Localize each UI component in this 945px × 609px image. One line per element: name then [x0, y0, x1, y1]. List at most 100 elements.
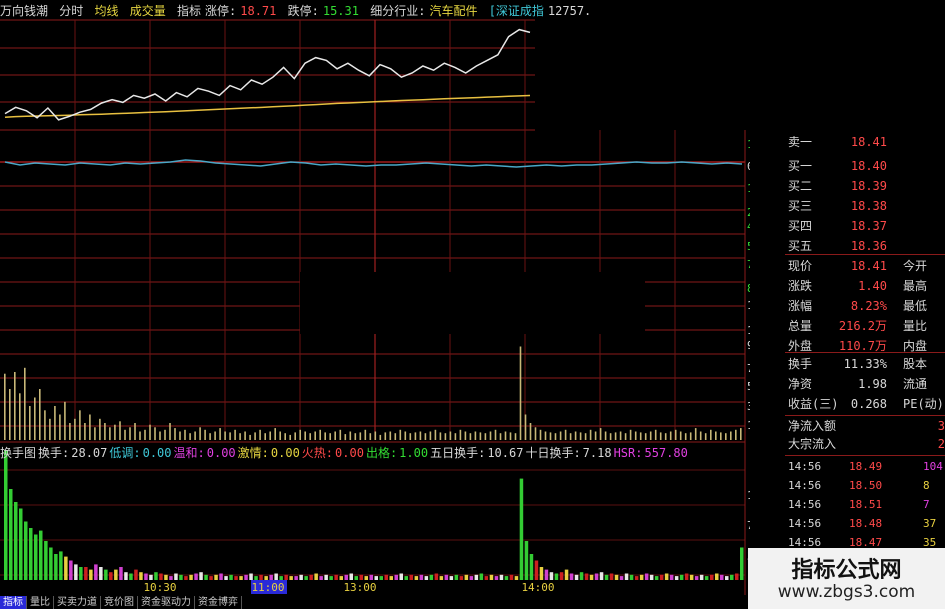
- stat-label-2: 股本: [903, 357, 928, 371]
- flow-row: 大宗流入 2: [785, 434, 945, 454]
- bottom-tab[interactable]: 指标: [0, 596, 27, 609]
- tick-price: 18.51: [849, 498, 883, 511]
- stat-row: 总量 216.2万 量比: [785, 316, 945, 336]
- stat-row: 收益(三) 0.268 PE(动): [785, 394, 945, 414]
- turnover-bar: [694, 576, 699, 580]
- axis-label: 37656: [747, 400, 750, 413]
- volume-bar: [84, 423, 86, 440]
- turnover-bar: [494, 576, 499, 580]
- turnover-bar: [569, 573, 574, 580]
- volume-bar: [694, 428, 697, 440]
- tab-fenshi[interactable]: 分时: [59, 4, 83, 18]
- turnover-bar: [269, 574, 273, 580]
- turnover-bar: [735, 573, 739, 580]
- volume-bar: [624, 433, 627, 440]
- volume-bar: [79, 410, 81, 441]
- order-label: 买三: [788, 199, 813, 213]
- volume-bar: [424, 433, 427, 440]
- volume-bar: [409, 433, 412, 440]
- flow-value: 3: [937, 419, 945, 433]
- volume-bar: [319, 429, 321, 440]
- turnover-bar: [414, 576, 419, 580]
- bottom-tab[interactable]: 竞价图: [101, 596, 138, 609]
- volume-bar: [479, 432, 482, 440]
- turnover-bar: [504, 576, 509, 580]
- turnover-bar: [229, 574, 233, 580]
- turnover-bar: [609, 573, 614, 580]
- axis-label: 5.71%: [747, 240, 750, 253]
- stat-label: 外盘: [788, 339, 813, 353]
- turnover-bar: [24, 521, 28, 580]
- volume-bar: [119, 421, 121, 440]
- turnover-bar: [94, 564, 98, 580]
- volume-bar: [34, 397, 36, 440]
- stat-label: 涨幅: [788, 299, 813, 313]
- volume-bar: [579, 432, 582, 440]
- bottom-tab[interactable]: 买卖力道: [54, 596, 101, 609]
- bottom-tab[interactable]: 量比: [27, 596, 54, 609]
- turnover-bar: [664, 573, 669, 580]
- volume-bar: [269, 431, 271, 440]
- turnover-bar: [424, 576, 429, 580]
- volume-bar: [329, 433, 331, 440]
- volume-bar: [404, 431, 407, 440]
- volume-bar: [149, 424, 151, 440]
- turnover-bar: [79, 567, 83, 580]
- index-name[interactable]: [深证成指: [489, 4, 544, 18]
- indicator-label: 出格:: [365, 446, 398, 460]
- time-label: 13:00: [343, 581, 376, 594]
- turnover-bar: [369, 574, 373, 580]
- volume-bar: [629, 429, 632, 440]
- volume-bar: [359, 432, 362, 440]
- indicator-value: 0.00: [142, 446, 172, 460]
- turnover-bar: [529, 554, 534, 580]
- volume-bar: [664, 433, 667, 440]
- volume-bar: [589, 429, 592, 440]
- popup-mask: [300, 272, 645, 334]
- volume-bar: [99, 418, 101, 441]
- volume-bar: [194, 431, 196, 440]
- order-book-row: 买一 18.40: [785, 156, 945, 176]
- volume-bar: [639, 432, 642, 440]
- bottom-tab[interactable]: 资金驱动力: [138, 596, 195, 609]
- volume-bar: [484, 433, 487, 440]
- industry-value[interactable]: 汽车配件: [429, 4, 477, 18]
- volume-bar: [454, 433, 457, 440]
- indicator-label: 十日换手:: [525, 446, 581, 460]
- volume-bar: [604, 431, 607, 440]
- bottom-tab[interactable]: 资金博弈: [195, 596, 242, 609]
- volume-bar: [129, 427, 131, 441]
- turnover-bar: [654, 576, 659, 580]
- turnover-bar: [324, 574, 328, 580]
- turnover-bar: [69, 560, 73, 580]
- tab-junxian[interactable]: 均线: [95, 4, 119, 18]
- stat-label-2: 量比: [903, 319, 928, 333]
- limit-up-value: 18.71: [240, 4, 277, 18]
- volume-bar: [609, 433, 612, 440]
- volume-bar: [154, 427, 156, 441]
- turnover-bar: [539, 567, 544, 580]
- tab-volume[interactable]: 成交量: [130, 4, 166, 18]
- time-label: 11:00: [251, 581, 284, 594]
- volume-bar: [434, 429, 437, 440]
- turnover-bar: [444, 574, 449, 580]
- stat-label-2: 最高: [903, 279, 928, 293]
- turnover-bar: [59, 551, 63, 580]
- turnover-bar: [169, 576, 173, 580]
- volume-bar: [294, 432, 296, 440]
- turnover-bar: [689, 574, 694, 580]
- volume-bar: [720, 432, 722, 440]
- axis-label: 131798: [747, 299, 750, 312]
- turnover-bar: [639, 574, 644, 580]
- turnover-bar: [389, 576, 393, 580]
- turnover-bar: [39, 530, 43, 580]
- volume-bar: [169, 423, 171, 440]
- turnover-bar: [644, 573, 649, 580]
- tab-indicator[interactable]: 指标: [177, 4, 201, 18]
- axis-label: 112969: [747, 324, 750, 337]
- tick-price: 18.48: [849, 517, 883, 530]
- time-label: 10:30: [143, 581, 176, 594]
- order-book-row: 买五 18.36: [785, 236, 945, 256]
- volume-bar: [374, 431, 377, 440]
- turnover-bar: [184, 576, 188, 580]
